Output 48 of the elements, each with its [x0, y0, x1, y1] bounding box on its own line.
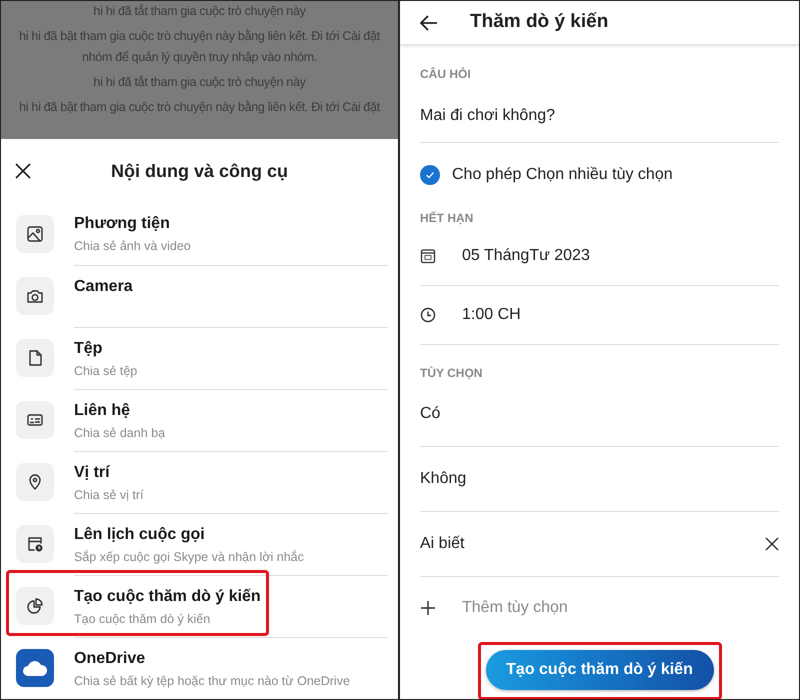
checkbox-label[interactable]: Cho phép Chọn nhiều tùy chọn	[452, 163, 673, 187]
back-arrow-icon[interactable]	[420, 14, 438, 30]
calendar-icon	[420, 248, 436, 264]
clock-icon	[420, 307, 436, 323]
close-icon[interactable]	[765, 537, 779, 551]
item-subtitle: Chia sẻ tệp	[74, 362, 138, 380]
item-title[interactable]: Liên hệ	[74, 400, 388, 422]
check-icon	[425, 170, 435, 180]
date-field[interactable]: 05 ThángTư 2023	[462, 244, 590, 268]
item-title[interactable]: OneDrive	[74, 648, 388, 670]
time-field[interactable]: 1:00 CH	[462, 303, 521, 327]
item-title[interactable]: Phương tiện	[74, 213, 388, 235]
item-title[interactable]: Tệp	[74, 338, 388, 360]
contact-card-icon[interactable]	[16, 401, 54, 439]
item-title[interactable]: Vị trí	[74, 462, 388, 484]
chat-message: hi hi đã bật tham gia cuộc trò chuyện này bằng liên kết. Đi tới Cài đặt nhóm để quản lý quyền truy nhập vào nhóm.	[18, 28, 381, 66]
item-title[interactable]: Lên lịch cuộc gọi	[74, 524, 388, 546]
item-subtitle: Sắp xếp cuộc gọi Skype và nhận lời nhắc	[74, 548, 305, 566]
item-subtitle: Tạo cuộc thăm dò ý kiến	[74, 610, 212, 628]
chat-message: hi hi đã tắt tham gia cuộc trò chuyện này	[92, 74, 307, 91]
checkbox[interactable]	[420, 165, 440, 185]
camera-icon[interactable]	[16, 277, 54, 315]
option-field[interactable]: Không	[420, 467, 779, 491]
screen-title: Thăm dò ý kiến	[470, 10, 608, 34]
section-label: CÂU HỎI	[420, 66, 472, 83]
chat-message: hi hi đã bật tham gia cuộc trò chuyện này bằng liên kết. Đi tới Cài đặt	[18, 99, 381, 116]
plus-icon[interactable]	[420, 600, 436, 616]
item-subtitle: Chia sẻ danh bạ	[74, 424, 166, 442]
option-field[interactable]: Có	[420, 402, 779, 426]
close-icon[interactable]	[15, 163, 31, 179]
item-subtitle: Chia sẻ ảnh và video	[74, 238, 192, 255]
pie-chart-icon[interactable]	[16, 587, 54, 625]
item-subtitle: Chia sẻ vị trí	[74, 486, 144, 504]
question-field[interactable]: Mai đi chơi không?	[420, 104, 556, 128]
calendar-clock-icon[interactable]	[16, 525, 54, 563]
chat-message: hi hi đã tắt tham gia cuộc trò chuyện này	[92, 3, 307, 20]
item-title[interactable]: Tạo cuộc thăm dò ý kiến	[74, 586, 388, 608]
item-title[interactable]: Camera	[74, 276, 388, 298]
item-subtitle: Chia sẻ bất kỳ tệp hoặc thư mục nào từ OneDrive	[74, 672, 351, 690]
create-poll-button[interactable]: Tạo cuộc thăm dò ý kiến	[486, 650, 714, 690]
section-label: TÙY CHỌN	[420, 365, 484, 382]
image-icon[interactable]	[16, 215, 54, 253]
location-pin-icon[interactable]	[16, 463, 54, 501]
file-icon[interactable]	[16, 339, 54, 377]
sheet-title: Nội dung và công cụ	[110, 160, 288, 183]
option-field[interactable]: Ai biết	[420, 532, 765, 556]
section-label: HẾT HẠN	[420, 210, 474, 227]
cloud-icon[interactable]	[16, 649, 54, 687]
